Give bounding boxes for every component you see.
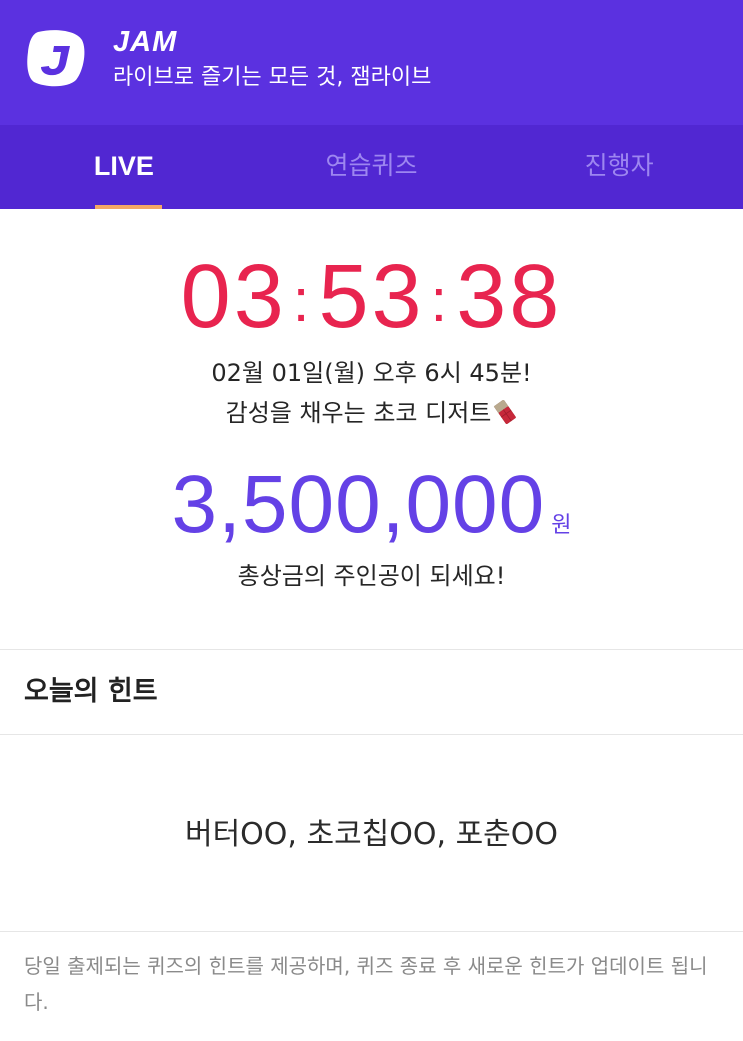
countdown-minutes: 53 bbox=[318, 247, 425, 347]
quiz-schedule: 02월 01일(월) 오후 6시 45분! 감성을 채우는 초코 디저트 bbox=[0, 353, 743, 433]
schedule-datetime: 02월 01일(월) 오후 6시 45분! bbox=[211, 359, 532, 387]
hint-text: 버터OO, 초코칩OO, 포춘OO bbox=[184, 817, 559, 852]
prize-unit: 원 bbox=[551, 513, 572, 538]
tab-practice-quiz[interactable]: 연습퀴즈 bbox=[248, 125, 496, 209]
tab-live[interactable]: LIVE bbox=[0, 125, 248, 209]
schedule-theme-line: 감성을 채우는 초코 디저트 bbox=[0, 393, 743, 433]
jam-logo-icon[interactable] bbox=[24, 26, 88, 90]
hint-section-title: 오늘의 힌트 bbox=[24, 676, 158, 707]
tab-label: 연습퀴즈 bbox=[325, 151, 418, 180]
live-main-panel: 03:53:38 02월 01일(월) 오후 6시 45분! 감성을 채우는 초… bbox=[0, 209, 743, 649]
countdown-timer: 03:53:38 bbox=[0, 249, 743, 355]
tab-host[interactable]: 진행자 bbox=[495, 125, 743, 209]
countdown-separator: : bbox=[292, 267, 313, 334]
prize-amount: 3,500,000 bbox=[171, 459, 546, 550]
tab-label: LIVE bbox=[93, 151, 154, 181]
countdown-hours: 03 bbox=[180, 247, 287, 347]
countdown-seconds: 38 bbox=[456, 247, 563, 347]
schedule-theme: 감성을 채우는 초코 디저트 bbox=[225, 399, 492, 427]
brand-tagline: 라이브로 즐기는 모든 것, 잼라이브 bbox=[113, 65, 432, 90]
countdown-separator: : bbox=[430, 267, 451, 334]
tab-bar: LIVE 연습퀴즈 진행자 bbox=[0, 125, 743, 209]
app-header: JAM 라이브로 즐기는 모든 것, 잼라이브 bbox=[0, 0, 743, 125]
total-prize: 3,500,000 원 bbox=[0, 455, 743, 555]
brand-name: JAM bbox=[113, 26, 178, 58]
hint-note: 당일 출제되는 퀴즈의 힌트를 제공하며, 퀴즈 종료 후 새로운 힌트가 업데… bbox=[24, 954, 708, 1014]
prize-caption: 총상금의 주인공이 되세요! bbox=[237, 562, 506, 590]
tab-label: 진행자 bbox=[584, 151, 654, 180]
chocolate-bar-icon bbox=[494, 400, 517, 424]
